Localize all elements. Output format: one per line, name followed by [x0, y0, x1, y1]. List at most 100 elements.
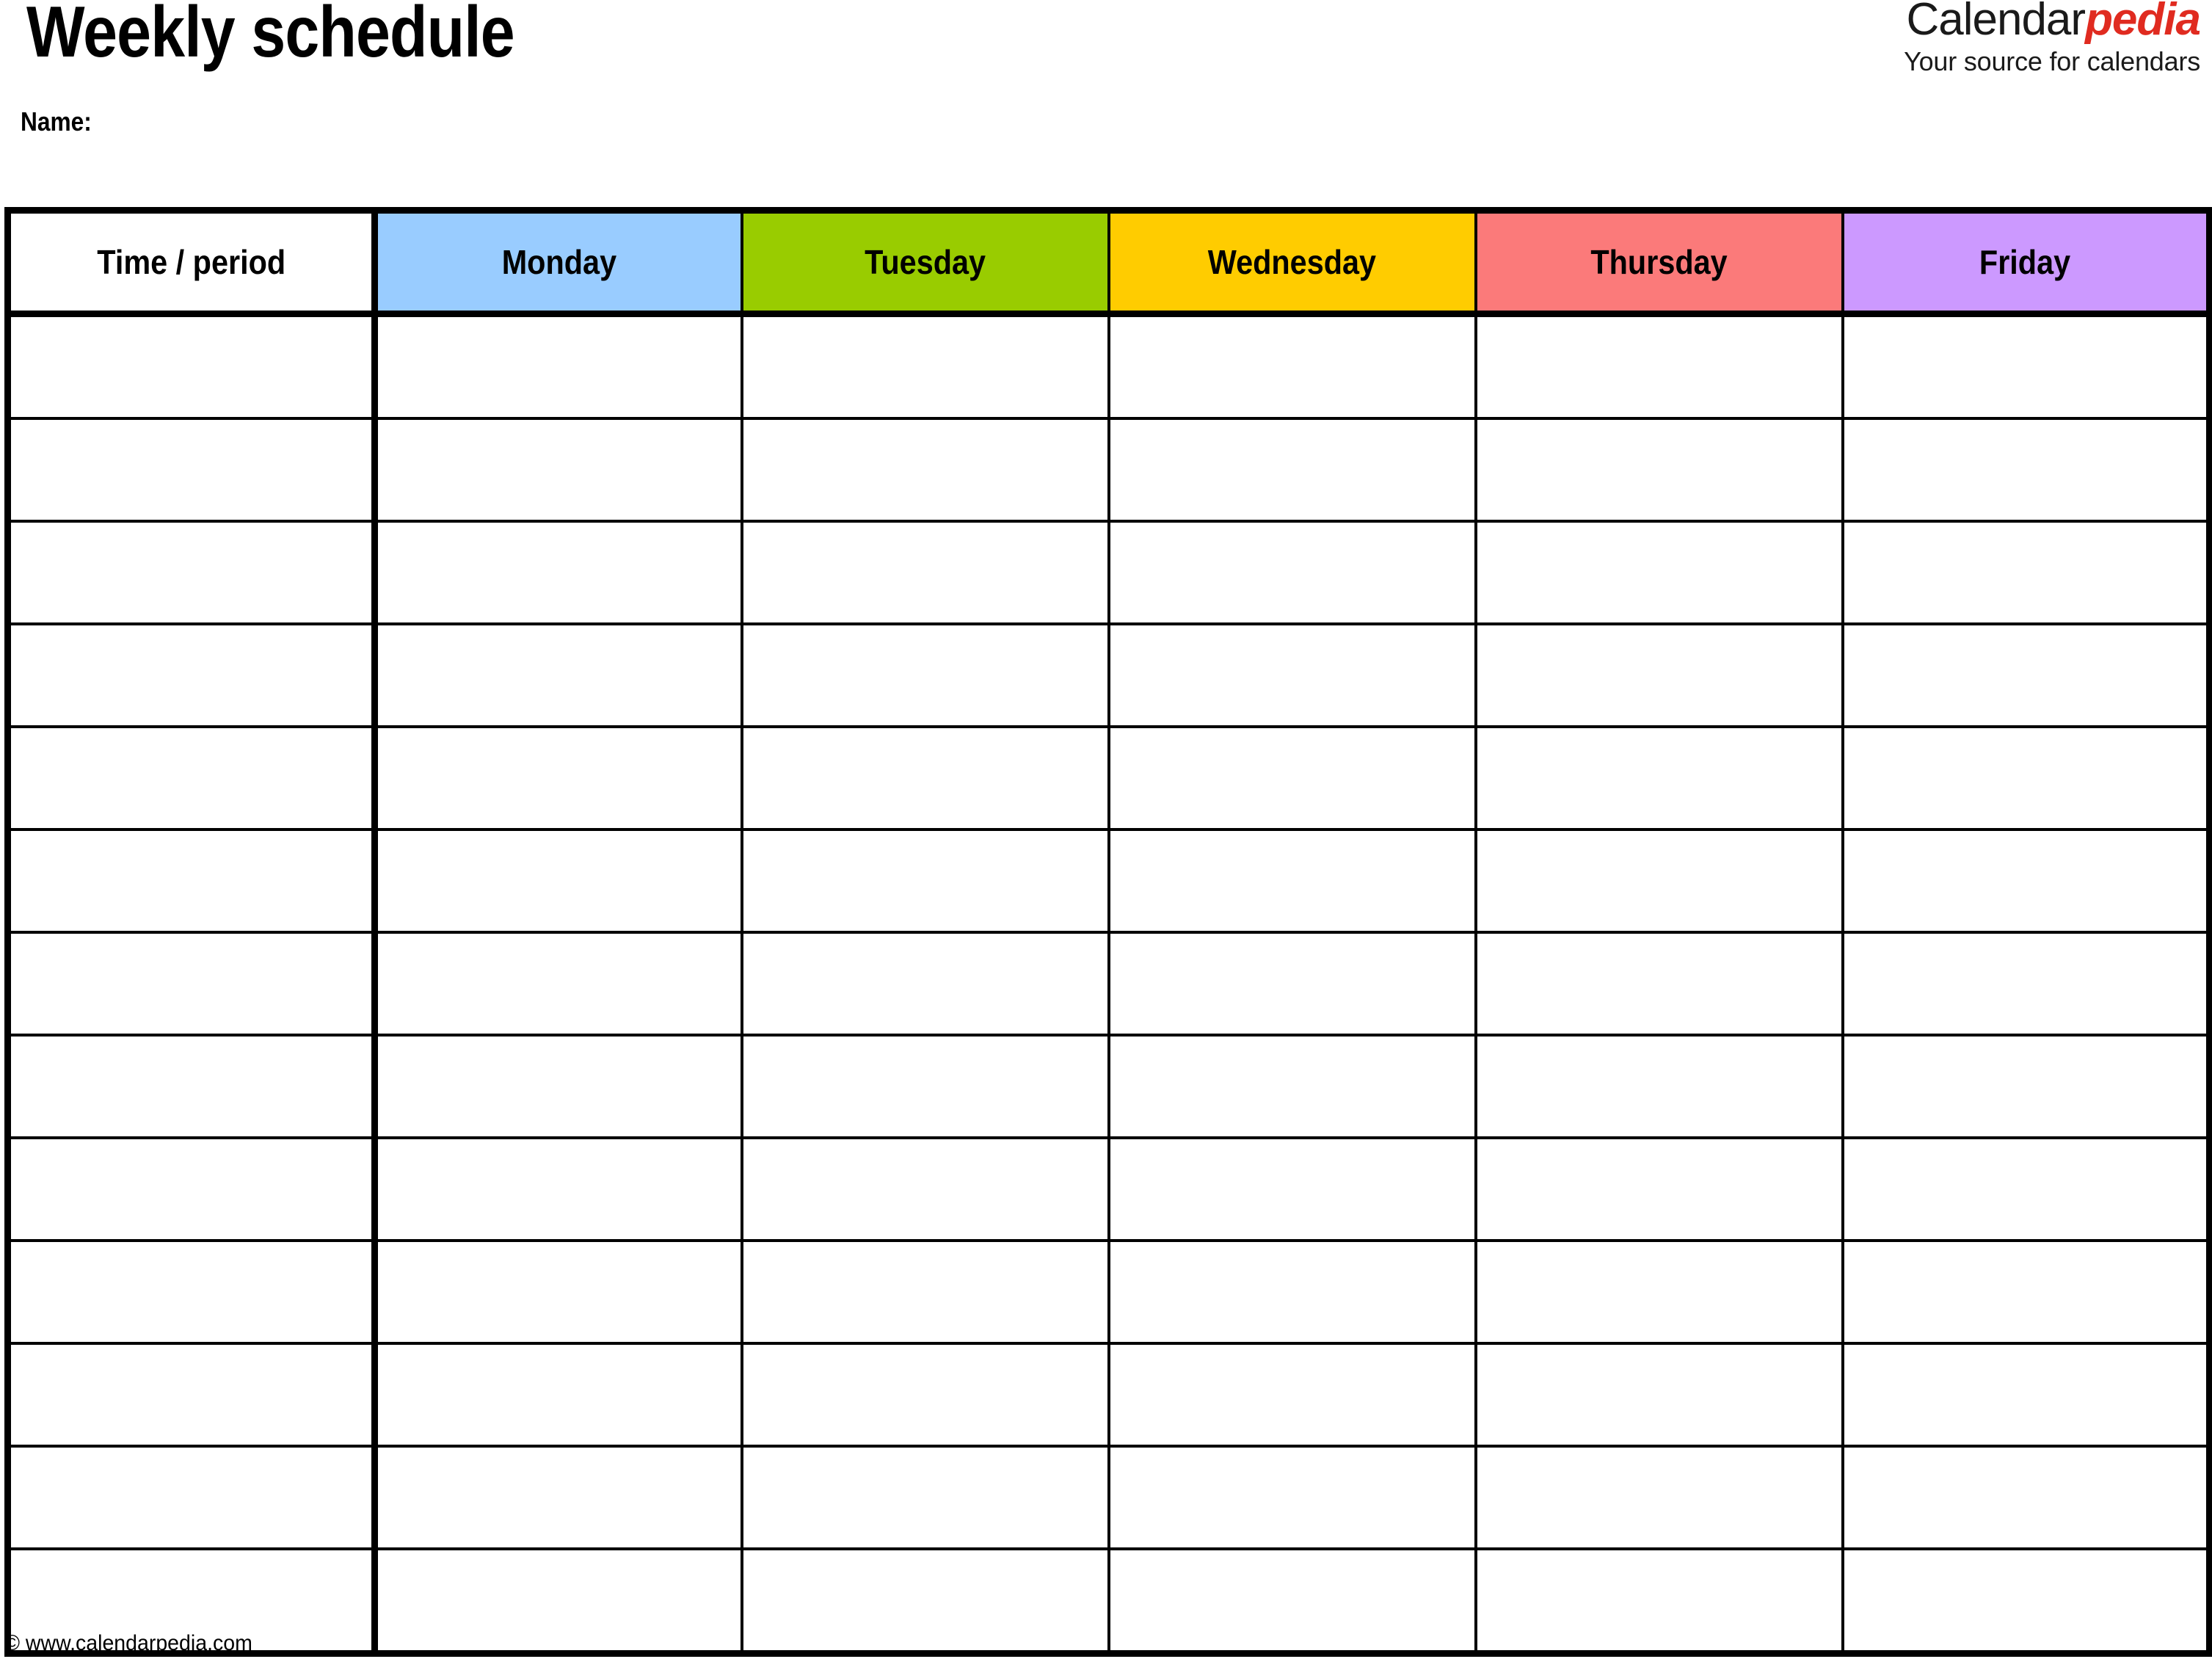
schedule-row	[7, 521, 2210, 625]
schedule-cell-thursday-1[interactable]	[1475, 313, 1844, 420]
schedule-cell-wednesday-10[interactable]	[1108, 1241, 1477, 1345]
schedule-cell-friday-5[interactable]	[1842, 727, 2210, 831]
schedule-cell-friday-3[interactable]	[1842, 521, 2210, 625]
schedule-cell-wednesday-1[interactable]	[1108, 313, 1477, 420]
schedule-cell-tuesday-1[interactable]	[741, 313, 1110, 420]
schedule-row	[7, 1343, 2210, 1448]
schedule-cell-thursday-10[interactable]	[1475, 1241, 1844, 1345]
schedule-cell-tuesday-13[interactable]	[741, 1549, 1110, 1654]
schedule-cell-thursday-12[interactable]	[1475, 1446, 1844, 1550]
column-header-wednesday: Wednesday	[1108, 210, 1477, 317]
schedule-cell-friday-4[interactable]	[1842, 624, 2210, 728]
schedule-cell-time-10[interactable]	[7, 1241, 378, 1345]
logo-wordmark-pedia: pedia	[2085, 0, 2201, 45]
schedule-cell-wednesday-7[interactable]	[1108, 932, 1477, 1037]
schedule-cell-time-2[interactable]	[7, 418, 378, 523]
schedule-cell-friday-2[interactable]	[1842, 418, 2210, 523]
schedule-cell-wednesday-13[interactable]	[1108, 1549, 1477, 1654]
schedule-cell-monday-11[interactable]	[374, 1343, 743, 1448]
schedule-cell-thursday-13[interactable]	[1475, 1549, 1844, 1654]
schedule-cell-thursday-5[interactable]	[1475, 727, 1844, 831]
schedule-cell-friday-1[interactable]	[1842, 313, 2210, 420]
schedule-cell-time-4[interactable]	[7, 624, 378, 728]
schedule-row	[7, 829, 2210, 934]
schedule-cell-wednesday-3[interactable]	[1108, 521, 1477, 625]
schedule-cell-wednesday-2[interactable]	[1108, 418, 1477, 523]
column-header-thursday-label: Thursday	[1590, 243, 1728, 281]
schedule-cell-wednesday-6[interactable]	[1108, 829, 1477, 934]
schedule-cell-friday-10[interactable]	[1842, 1241, 2210, 1345]
schedule-cell-time-1[interactable]	[7, 313, 378, 420]
column-header-monday: Monday	[374, 210, 743, 317]
schedule-cell-time-9[interactable]	[7, 1138, 378, 1242]
schedule-cell-friday-8[interactable]	[1842, 1035, 2210, 1139]
schedule-cell-time-12[interactable]	[7, 1446, 378, 1550]
schedule-cell-time-6[interactable]	[7, 829, 378, 934]
schedule-cell-thursday-6[interactable]	[1475, 829, 1844, 934]
schedule-cell-thursday-4[interactable]	[1475, 624, 1844, 728]
schedule-cell-time-8[interactable]	[7, 1035, 378, 1139]
schedule-cell-monday-5[interactable]	[374, 727, 743, 831]
schedule-cell-thursday-2[interactable]	[1475, 418, 1844, 523]
schedule-cell-wednesday-11[interactable]	[1108, 1343, 1477, 1448]
schedule-cell-wednesday-9[interactable]	[1108, 1138, 1477, 1242]
calendarpedia-logo[interactable]: Calendarpedia Your source for calendars	[1904, 0, 2201, 75]
schedule-cell-time-7[interactable]	[7, 932, 378, 1037]
schedule-cell-tuesday-8[interactable]	[741, 1035, 1110, 1139]
schedule-cell-monday-9[interactable]	[374, 1138, 743, 1242]
schedule-row	[7, 727, 2210, 831]
schedule-row	[7, 624, 2210, 728]
schedule-row	[7, 1241, 2210, 1345]
column-header-thursday: Thursday	[1475, 210, 1844, 317]
schedule-cell-monday-13[interactable]	[374, 1549, 743, 1654]
weekly-schedule-page: Weekly schedule Name: Calendarpedia Your…	[0, 0, 2212, 1670]
schedule-cell-tuesday-11[interactable]	[741, 1343, 1110, 1448]
schedule-cell-monday-1[interactable]	[374, 313, 743, 420]
schedule-cell-monday-12[interactable]	[374, 1446, 743, 1550]
schedule-table: Time / period Monday Tuesday Wednesday T…	[4, 207, 2212, 1657]
schedule-cell-wednesday-5[interactable]	[1108, 727, 1477, 831]
schedule-cell-monday-8[interactable]	[374, 1035, 743, 1139]
schedule-row	[7, 1446, 2210, 1550]
schedule-cell-monday-3[interactable]	[374, 521, 743, 625]
column-header-time: Time / period	[7, 210, 378, 317]
schedule-cell-monday-2[interactable]	[374, 418, 743, 523]
schedule-cell-tuesday-2[interactable]	[741, 418, 1110, 523]
schedule-cell-friday-12[interactable]	[1842, 1446, 2210, 1550]
schedule-cell-friday-13[interactable]	[1842, 1549, 2210, 1654]
schedule-cell-tuesday-9[interactable]	[741, 1138, 1110, 1242]
schedule-row	[7, 1035, 2210, 1139]
schedule-cell-thursday-11[interactable]	[1475, 1343, 1844, 1448]
schedule-cell-monday-10[interactable]	[374, 1241, 743, 1345]
schedule-cell-tuesday-5[interactable]	[741, 727, 1110, 831]
schedule-cell-thursday-7[interactable]	[1475, 932, 1844, 1037]
schedule-cell-friday-7[interactable]	[1842, 932, 2210, 1037]
schedule-cell-tuesday-6[interactable]	[741, 829, 1110, 934]
schedule-row	[7, 1138, 2210, 1242]
schedule-cell-friday-9[interactable]	[1842, 1138, 2210, 1242]
schedule-cell-tuesday-7[interactable]	[741, 932, 1110, 1037]
schedule-cell-wednesday-12[interactable]	[1108, 1446, 1477, 1550]
schedule-cell-time-5[interactable]	[7, 727, 378, 831]
schedule-cell-time-11[interactable]	[7, 1343, 378, 1448]
column-header-tuesday-label: Tuesday	[865, 243, 986, 281]
schedule-cell-time-3[interactable]	[7, 521, 378, 625]
schedule-cell-tuesday-4[interactable]	[741, 624, 1110, 728]
schedule-cell-monday-4[interactable]	[374, 624, 743, 728]
schedule-cell-thursday-8[interactable]	[1475, 1035, 1844, 1139]
schedule-cell-tuesday-3[interactable]	[741, 521, 1110, 625]
schedule-table-head: Time / period Monday Tuesday Wednesday T…	[7, 210, 2210, 317]
schedule-cell-thursday-9[interactable]	[1475, 1138, 1844, 1242]
schedule-cell-thursday-3[interactable]	[1475, 521, 1844, 625]
page-title: Weekly schedule	[26, 0, 515, 72]
schedule-cell-monday-7[interactable]	[374, 932, 743, 1037]
schedule-cell-wednesday-8[interactable]	[1108, 1035, 1477, 1139]
schedule-cell-tuesday-12[interactable]	[741, 1446, 1110, 1550]
schedule-cell-tuesday-10[interactable]	[741, 1241, 1110, 1345]
schedule-cell-friday-6[interactable]	[1842, 829, 2210, 934]
footer-copyright: © www.calendarpedia.com	[4, 1631, 252, 1655]
logo-wordmark-calendar: Calendar	[1906, 0, 2086, 45]
schedule-cell-wednesday-4[interactable]	[1108, 624, 1477, 728]
schedule-cell-monday-6[interactable]	[374, 829, 743, 934]
schedule-cell-friday-11[interactable]	[1842, 1343, 2210, 1448]
